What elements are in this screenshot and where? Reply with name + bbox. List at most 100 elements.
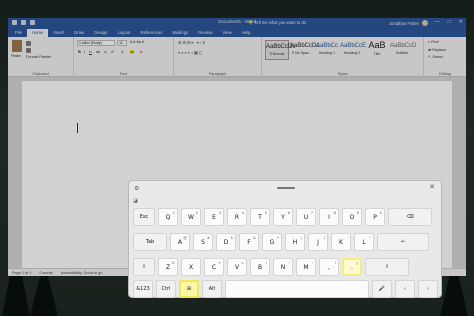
drag-handle[interactable] [277,187,295,189]
key-label: ⌫ [406,214,414,220]
key-alt-label: * [277,235,279,240]
key-label: L [362,238,366,246]
key-label: ‹ [404,286,406,292]
key-w[interactable]: W2 [181,208,201,226]
key-label: E [212,213,216,221]
key-label: T [258,213,262,221]
key-label: Y [281,213,285,221]
key-alt-label: % [171,260,175,265]
key-alt-label: = [240,260,244,265]
key-alt-label: 7 [310,210,313,215]
key-alt-label: 0 [379,210,382,215]
key-alt-label: 8 [333,210,336,215]
numbers-key[interactable]: &123 [133,280,153,298]
key-label: Ctrl [161,286,171,292]
key-l[interactable]: L " [354,233,374,251]
key-z[interactable]: Z% [158,258,178,276]
key-label: Esc [139,214,149,220]
key-alt-label: @ [183,235,187,240]
shift-key-right[interactable]: ⇧ [365,258,409,276]
enter-key[interactable]: ↵ [377,233,429,251]
key-alt-label: : [311,260,313,265]
key-alt-label: ( [300,235,302,240]
key-p[interactable]: P0 [365,208,385,226]
key-r[interactable]: R4 [227,208,247,226]
windows-key[interactable]: ⊞ [179,280,199,298]
key-v[interactable]: V = [227,258,247,276]
key-c[interactable]: C + [204,258,224,276]
key-alt-label: / [265,260,267,265]
key-label: ⇧ [141,264,147,270]
key-j[interactable]: J) [308,233,328,251]
shift-key-left[interactable]: ⇧ [133,258,155,276]
key-label: I [328,213,330,221]
key-label: S [201,238,205,246]
key-label: F [247,238,251,246]
key-label: D [223,238,229,246]
key-d[interactable]: D $ [216,233,236,251]
key-label: H [292,238,298,246]
key-label: ⇧ [384,264,390,270]
key-q[interactable]: Q1 [158,208,178,226]
key-alt-label: 2 [195,210,198,215]
left-arrow-key[interactable]: ‹ [395,280,415,298]
key-y[interactable]: Y6 [273,208,293,226]
close-icon[interactable]: ✕ [429,183,435,191]
key-s[interactable]: S # [193,233,213,251]
key-u[interactable]: U7 [296,208,316,226]
key-a[interactable]: A @ [170,233,190,251]
key-h[interactable]: H( [285,233,305,251]
key-alt-label: ! [334,260,336,265]
key-label: C [211,263,217,271]
sticker-icon[interactable]: ◪ [133,198,138,204]
key-label: K [339,238,343,246]
key-o[interactable]: O9 [342,208,362,226]
escape-key[interactable]: Esc [133,208,155,226]
key-label: Q [165,213,171,221]
key-g[interactable]: G * [262,233,282,251]
key-alt-label: 5 [264,210,267,215]
key-label: , [328,263,330,271]
key-alt-label: 3 [218,210,221,215]
touch-keyboard: ⚙ ✕ ◪ Esc Q 1 W 2 E 3 R 4 T 5 Y 6 U 7 I 8 O 9 P 0 ⌫ Tab A @ S # D $ F… [128,180,442,298]
key-label: › [427,286,429,292]
key-n[interactable]: N; [273,258,293,276]
key-label: N [280,263,286,271]
key-m[interactable]: M: [296,258,316,276]
key-label: X [188,263,194,271]
key-e[interactable]: E3 [204,208,224,226]
key-label: O [349,213,355,221]
key-label: ↵ [400,239,406,245]
key-label: R [234,213,240,221]
key-b[interactable]: B / [250,258,270,276]
comma-key[interactable]: ,! [319,258,339,276]
key-alt-label: " [369,235,371,240]
backspace-key[interactable]: ⌫ [388,208,432,226]
key-alt-label: ; [288,260,290,265]
key-label: A [177,238,183,246]
key-f[interactable]: F & [239,233,259,251]
key-label: W [188,213,194,221]
key-alt-label: ' [346,235,348,240]
space-key[interactable] [225,280,369,298]
ctrl-key[interactable]: Ctrl [156,280,176,298]
key-label: V [234,263,240,271]
right-arrow-key[interactable]: › [418,280,438,298]
key-label: B [257,263,263,271]
gear-icon[interactable]: ⚙ [134,185,139,192]
key-alt-label: + [217,260,221,265]
key-alt-label: ? [355,261,358,266]
key-k[interactable]: K ' [331,233,351,251]
key-label: Alt [208,286,216,292]
key-alt-label: 9 [356,210,359,215]
tab-key[interactable]: Tab [133,233,167,251]
microphone-key[interactable]: 🎤 [372,280,392,298]
key-i[interactable]: I8 [319,208,339,226]
key-alt-label: 6 [287,210,290,215]
key-alt-label: 4 [241,210,244,215]
key-t[interactable]: T5 [250,208,270,226]
alt-key[interactable]: Alt [202,280,222,298]
key-label: &123 [136,286,150,292]
key-x[interactable]: X- [181,258,201,276]
period-key[interactable]: .? [342,258,362,276]
